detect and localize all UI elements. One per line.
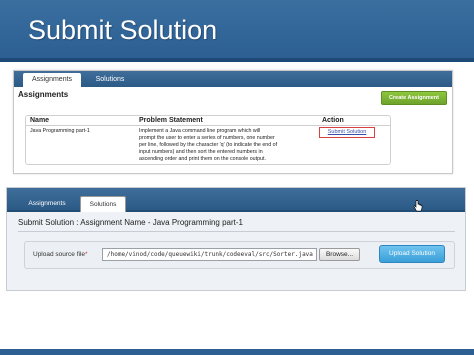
section-title: Assignments bbox=[18, 90, 69, 99]
statement-line: Implement a Java command line program wh… bbox=[139, 128, 261, 134]
tab-bar: Assignments Solutions bbox=[7, 188, 465, 212]
table-header: Name Problem Statement Action bbox=[26, 116, 390, 126]
section-title: Submit Solution : Assignment Name - Java… bbox=[18, 218, 243, 227]
assignments-screenshot: Assignments Solutions Assignments Create… bbox=[13, 70, 453, 174]
upload-label-text: Upload source file bbox=[33, 251, 86, 258]
slide-header: Submit Solution bbox=[0, 0, 474, 62]
browse-button[interactable]: Browse... bbox=[319, 248, 360, 261]
statement-line: ascending order and print them on the co… bbox=[139, 156, 266, 162]
upload-panel: Upload source file* /home/vinod/code/que… bbox=[24, 241, 455, 269]
tab-solutions[interactable]: Solutions bbox=[86, 73, 134, 87]
submit-solution-screenshot: Assignments Solutions Submit Solution : … bbox=[6, 187, 466, 291]
column-header-name: Name bbox=[30, 117, 50, 124]
hand-pointer-icon bbox=[413, 200, 423, 212]
divider bbox=[18, 231, 455, 232]
file-path-input[interactable]: /home/vinod/code/queuewiki/trunk/codeeva… bbox=[102, 248, 317, 261]
column-header-problem-statement: Problem Statement bbox=[139, 117, 203, 124]
slide-footer bbox=[0, 349, 474, 355]
problem-statement: Implement a Java command line program wh… bbox=[139, 128, 314, 163]
assignments-table: Name Problem Statement Action Java Progr… bbox=[25, 115, 391, 165]
assignment-name: Java Programming part-1 bbox=[30, 128, 90, 134]
statement-line: per line, followed by the character 'q' … bbox=[139, 142, 278, 148]
tab-solutions[interactable]: Solutions bbox=[80, 196, 126, 212]
column-header-action: Action bbox=[322, 117, 344, 124]
statement-line: prompt the user to enter a series of num… bbox=[139, 135, 275, 141]
submit-solution-link[interactable]: Submit Solution bbox=[319, 127, 375, 138]
tab-assignments[interactable]: Assignments bbox=[21, 196, 73, 212]
tab-bar: Assignments Solutions bbox=[14, 71, 452, 87]
statement-line: input numbers) and then sort the entered… bbox=[139, 149, 263, 155]
required-marker: * bbox=[85, 251, 88, 258]
tab-assignments[interactable]: Assignments bbox=[23, 73, 81, 87]
upload-solution-button[interactable]: Upload Solution bbox=[379, 245, 445, 263]
slide-title: Submit Solution bbox=[28, 15, 218, 45]
upload-label: Upload source file* bbox=[33, 250, 88, 260]
create-assignment-button[interactable]: Create Assignment bbox=[381, 91, 447, 105]
